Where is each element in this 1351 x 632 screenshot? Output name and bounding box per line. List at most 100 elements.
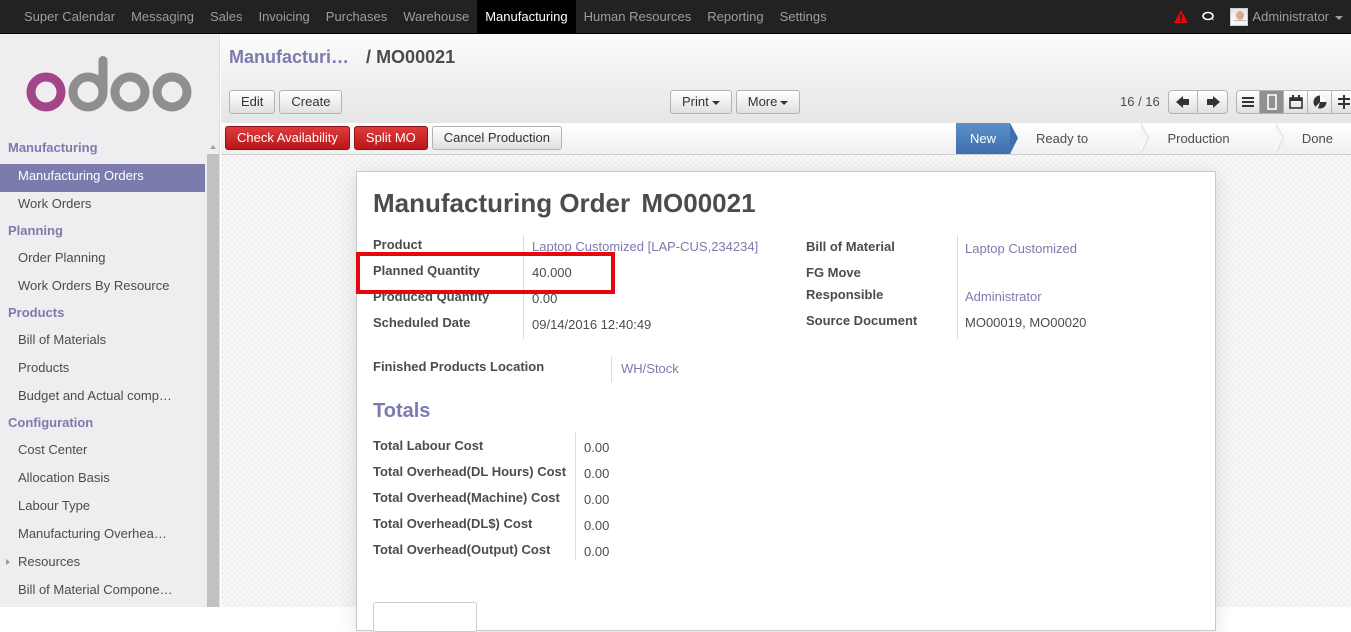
breadcrumb-separator: / [366, 47, 372, 67]
total-overhead-machine-value: 0.00 [584, 492, 610, 507]
app-menu: Super Calendar Messaging Sales Invoicing… [16, 0, 835, 33]
sidebar-section-products: Products [8, 305, 65, 320]
sidebar-item-allocation-basis[interactable]: Allocation Basis [0, 466, 205, 494]
pager-value[interactable]: 16 / 16 [1120, 94, 1160, 109]
scheduled-date-value: 09/14/2016 12:40:49 [532, 317, 652, 332]
scheduled-date-label: Scheduled Date [373, 315, 471, 330]
total-overhead-output-value: 0.00 [584, 544, 610, 559]
list-view-icon [1242, 97, 1254, 107]
arrow-left-icon [1176, 96, 1189, 108]
sidebar-menu: Manufacturing Manufacturing Orders Work … [0, 138, 205, 606]
scroll-up-icon[interactable] [210, 145, 216, 149]
view-switcher [1236, 90, 1351, 114]
form-view-button[interactable] [1260, 90, 1284, 114]
record-buttons: Edit Create [229, 90, 343, 114]
sidebar-item-manufacturing-overhead[interactable]: Manufacturing Overhea… [0, 522, 205, 550]
bom-value[interactable]: Laptop Customized [965, 241, 1077, 256]
responsible-label: Responsible [806, 287, 884, 302]
warning-triangle-icon[interactable] [1174, 10, 1189, 23]
sidebar-section-planning: Planning [8, 223, 63, 238]
planned-quantity-label: Planned Quantity [373, 263, 480, 278]
graph-view-button[interactable] [1308, 90, 1332, 114]
stage-pipeline: New Ready to Produce Production Started … [956, 123, 1351, 177]
create-button[interactable]: Create [279, 90, 343, 114]
source-document-value: MO00019, MO00020 [965, 315, 1087, 330]
sidebar-item-products[interactable]: Products [0, 356, 205, 384]
menu-messaging[interactable]: Messaging [123, 0, 202, 33]
list-view-button[interactable] [1236, 90, 1260, 114]
user-menu[interactable]: Administrator [1252, 0, 1343, 33]
sidebar-item-order-planning[interactable]: Order Planning [0, 246, 205, 274]
sidebar-item-resources[interactable]: Resources [0, 550, 205, 578]
sidebar-scrollbar[interactable] [207, 142, 219, 607]
form-sheet: Manufacturing Order MO00021 Product Lapt… [356, 171, 1216, 632]
stage-production-started[interactable]: Production Started [1141, 123, 1285, 177]
more-dropdown[interactable]: More [735, 90, 801, 114]
top-menu-bar: Super Calendar Messaging Sales Invoicing… [0, 0, 1351, 34]
sidebar-section-manufacturing: Manufacturing [8, 140, 98, 155]
menu-warehouse[interactable]: Warehouse [395, 0, 477, 33]
sidebar-item-cost-center[interactable]: Cost Center [0, 438, 205, 466]
sidebar: Manufacturing Manufacturing Orders Work … [0, 34, 220, 607]
systray: Administrator [1174, 0, 1343, 33]
workflow-buttons: Check Availability Split MO Cancel Produ… [225, 126, 562, 150]
user-avatar[interactable] [1230, 7, 1249, 26]
finished-location-value[interactable]: WH/Stock [621, 361, 679, 376]
odoo-logo[interactable] [26, 56, 194, 112]
calendar-view-icon [1288, 95, 1303, 109]
sidebar-dropdowns: Print More [670, 90, 801, 114]
caret-down-icon [780, 100, 789, 105]
check-availability-button[interactable]: Check Availability [225, 126, 350, 150]
total-overhead-dl-hours-value: 0.00 [584, 466, 610, 481]
gantt-view-button[interactable] [1332, 90, 1351, 114]
total-labour-cost-value: 0.00 [584, 440, 610, 455]
stage-new[interactable]: New [956, 123, 1019, 154]
total-overhead-machine-label: Total Overhead(Machine) Cost [373, 490, 560, 505]
stage-ready-to-produce[interactable]: Ready to Produce [1010, 123, 1150, 177]
chevron-down-icon [1335, 15, 1343, 20]
menu-reporting[interactable]: Reporting [699, 0, 771, 33]
expand-arrow-icon[interactable] [6, 559, 10, 565]
menu-invoicing[interactable]: Invoicing [250, 0, 317, 33]
form-title: Manufacturing Order MO00021 [373, 188, 756, 219]
scrollbar-thumb[interactable] [207, 154, 219, 607]
sidebar-item-manufacturing-orders[interactable]: Manufacturing Orders [0, 164, 205, 192]
form-view-icon [1266, 94, 1277, 110]
more-label: More [747, 94, 778, 109]
title-label: Manufacturing Order [373, 188, 631, 218]
field-divider [575, 432, 576, 560]
cancel-production-button[interactable]: Cancel Production [431, 126, 562, 150]
sidebar-item-bom-components[interactable]: Bill of Material Compone… [0, 578, 205, 606]
product-value[interactable]: Laptop Customized [LAP-CUS,234234] [532, 239, 758, 254]
split-mo-button[interactable]: Split MO [353, 126, 428, 150]
sidebar-item-labour-type[interactable]: Labour Type [0, 494, 205, 522]
pager-previous-button[interactable] [1168, 90, 1198, 114]
sidebar-section-configuration: Configuration [8, 415, 94, 430]
sidebar-item-work-orders[interactable]: Work Orders [0, 192, 205, 220]
finished-location-label: Finished Products Location [373, 359, 545, 374]
sidebar-item-work-orders-by-resource[interactable]: Work Orders By Resource [0, 274, 205, 302]
print-dropdown[interactable]: Print [670, 90, 732, 114]
calendar-view-button[interactable] [1284, 90, 1308, 114]
menu-settings[interactable]: Settings [772, 0, 835, 33]
menu-sales[interactable]: Sales [202, 0, 251, 33]
total-overhead-dl-hours-label: Total Overhead(DL Hours) Cost [373, 464, 567, 479]
total-overhead-output-label: Total Overhead(Output) Cost [373, 542, 551, 557]
pager-next-button[interactable] [1198, 90, 1228, 114]
responsible-value[interactable]: Administrator [965, 289, 1042, 304]
product-label: Product [373, 237, 423, 252]
menu-purchases[interactable]: Purchases [318, 0, 395, 33]
chat-bubbles-icon[interactable] [1202, 11, 1216, 23]
breadcrumb-current: MO00021 [376, 47, 456, 67]
field-divider [611, 356, 612, 382]
total-overhead-dl-dollar-value: 0.00 [584, 518, 610, 533]
stage-done[interactable]: Done [1276, 123, 1351, 154]
edit-button[interactable]: Edit [229, 90, 276, 114]
menu-human-resources[interactable]: Human Resources [576, 0, 700, 33]
menu-manufacturing[interactable]: Manufacturing [477, 0, 576, 33]
sidebar-item-bill-of-materials[interactable]: Bill of Materials [0, 328, 205, 356]
form-statusbar: Check Availability Split MO Cancel Produ… [221, 123, 1351, 177]
breadcrumb-parent[interactable]: Manufacturi… [229, 47, 349, 67]
sidebar-item-budget-actual[interactable]: Budget and Actual comp… [0, 384, 205, 412]
menu-super-calendar[interactable]: Super Calendar [16, 0, 123, 33]
